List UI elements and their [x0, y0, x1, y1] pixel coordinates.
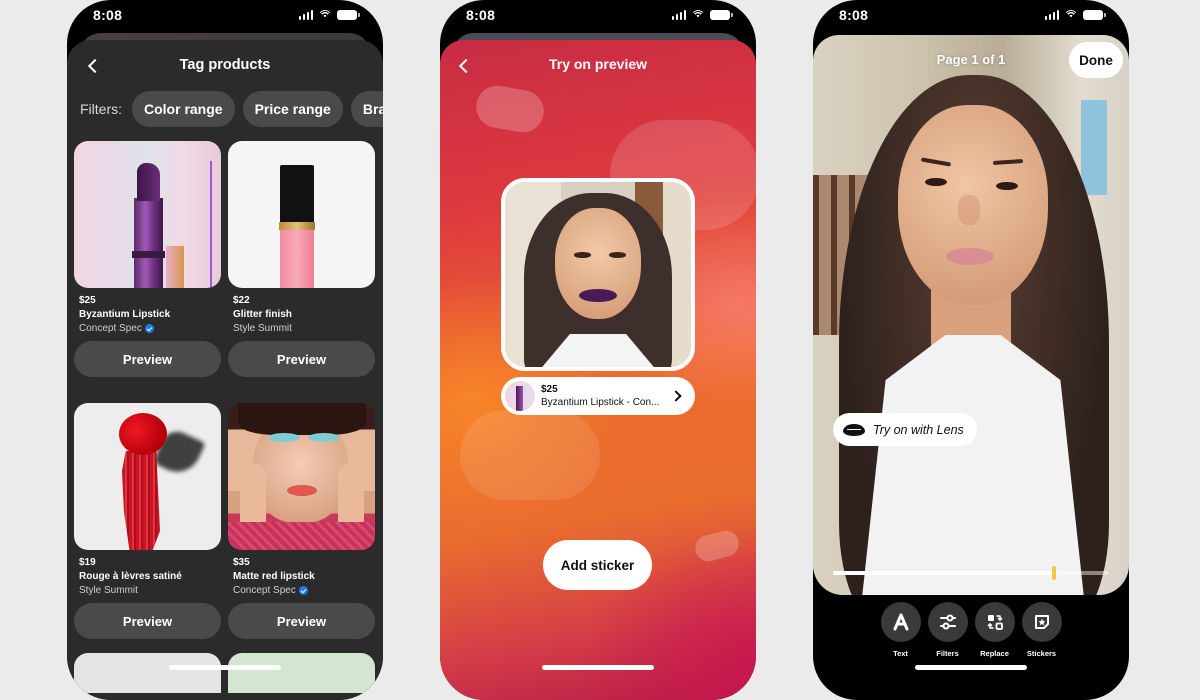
product-price: $35 — [233, 557, 250, 568]
try-on-lips — [579, 289, 617, 303]
preview-button[interactable]: Preview — [74, 603, 221, 639]
product-card: $22 Glitter finish Style Summit Preview — [228, 141, 375, 377]
status-bar: 8:08 — [813, 0, 1129, 32]
filter-chip-brand[interactable]: Brand — [350, 91, 383, 127]
verified-badge-icon — [144, 324, 154, 333]
lens-label: Try on with Lens — [873, 422, 964, 437]
product-brand: Style Summit — [233, 323, 292, 334]
add-sticker-button[interactable]: Add sticker — [543, 540, 652, 590]
decor-blob — [460, 410, 600, 500]
product-thumbnail — [505, 381, 535, 411]
tool-replace[interactable]: Replace — [974, 602, 1015, 658]
tool-label: Stickers — [1026, 649, 1057, 658]
signal-icon — [298, 10, 313, 20]
home-indicator[interactable] — [169, 665, 281, 670]
tool-stickers[interactable]: Stickers — [1021, 602, 1062, 658]
product-price: $22 — [233, 295, 250, 306]
product-card-peek[interactable] — [228, 653, 375, 693]
selfie-photo — [505, 182, 691, 367]
try-on-with-lens-button[interactable]: Try on with Lens — [833, 413, 977, 446]
stickers-icon — [1034, 615, 1049, 629]
battery-icon — [337, 10, 360, 20]
tool-text[interactable]: Text — [880, 602, 921, 658]
product-price: $19 — [79, 557, 96, 568]
tagged-product-price: $25 — [541, 384, 558, 395]
status-time: 8:08 — [93, 7, 123, 23]
phone-story-editor: 8:08 Page 1 of 1 Done Try on with Lens T… — [813, 0, 1129, 700]
tagged-product-name: Byzantium Lipstick - Con... — [541, 397, 660, 408]
filters-label: Filters: — [80, 101, 122, 117]
home-indicator[interactable] — [542, 665, 654, 670]
selfie-canvas[interactable] — [813, 35, 1129, 595]
replace-icon — [987, 615, 1003, 630]
tag-products-sheet: Tag products Filters: Color range Price … — [67, 40, 383, 700]
phone-try-on-preview: 8:08 Try on preview $25 Byzantium Lipsti… — [440, 0, 756, 700]
preview-button[interactable]: Preview — [228, 341, 375, 377]
scrubber-handle[interactable] — [1051, 566, 1056, 580]
filter-chip-color-range[interactable]: Color range — [132, 91, 235, 127]
status-bar: 8:08 — [67, 0, 383, 32]
wifi-icon — [691, 10, 705, 20]
chevron-right-icon — [669, 388, 685, 404]
preview-button[interactable]: Preview — [74, 341, 221, 377]
sheet-title: Tag products — [179, 57, 271, 73]
product-brand: Concept Spec — [233, 585, 296, 596]
product-image-rouge-a-levres[interactable] — [74, 403, 221, 550]
product-name: Matte red lipstick — [233, 571, 315, 582]
decor-blob — [472, 82, 548, 136]
tool-filters[interactable]: Filters — [927, 602, 968, 658]
product-image-byzantium-lipstick[interactable] — [74, 141, 221, 288]
tool-label: Text — [893, 649, 908, 658]
verified-badge-icon — [298, 586, 308, 595]
status-bar: 8:08 — [440, 0, 756, 32]
preview-button[interactable]: Preview — [228, 603, 375, 639]
status-time: 8:08 — [466, 7, 496, 23]
product-price: $25 — [79, 295, 96, 306]
tool-label: Filters — [936, 649, 959, 658]
lips-icon — [843, 423, 865, 436]
decor-blob — [692, 527, 742, 565]
product-name: Byzantium Lipstick — [79, 309, 171, 320]
battery-icon — [710, 10, 733, 20]
screen-title: Try on preview — [548, 56, 648, 72]
product-card-peek[interactable] — [74, 653, 221, 693]
tagged-product-pill[interactable]: $25 Byzantium Lipstick - Con... — [501, 377, 695, 415]
product-brand: Concept Spec — [79, 323, 142, 334]
try-on-photo-sticker[interactable] — [501, 178, 695, 371]
product-card: $19 Rouge à lèvres satiné Style Summit P… — [74, 403, 221, 639]
wifi-icon — [1064, 10, 1078, 20]
product-card: $35 Matte red lipstick Concept Spec Prev… — [228, 403, 375, 639]
product-image-glitter-finish[interactable] — [228, 141, 375, 288]
product-name: Rouge à lèvres satiné — [79, 571, 182, 582]
status-time: 8:08 — [839, 7, 869, 23]
product-brand: Style Summit — [79, 585, 138, 596]
scrubber-fill — [833, 571, 1054, 575]
product-image-matte-red-lipstick[interactable] — [228, 403, 375, 550]
filters-icon — [939, 614, 956, 630]
product-grid: $25 Byzantium Lipstick Concept Spec Prev… — [74, 141, 376, 639]
filter-chip-price-range[interactable]: Price range — [242, 91, 343, 127]
filter-bar: Filters: Color range Price range Brand — [80, 91, 383, 127]
signal-icon — [1044, 10, 1059, 20]
signal-icon — [671, 10, 686, 20]
editor-toolbar: Text Filters Replace Stickers — [813, 602, 1129, 658]
phone-tag-products: 8:08 Tag products Filters: Color range P… — [67, 0, 383, 700]
battery-icon — [1083, 10, 1106, 20]
product-name: Glitter finish — [233, 309, 292, 320]
tool-label: Replace — [980, 649, 1009, 658]
text-icon — [893, 613, 908, 631]
wifi-icon — [318, 10, 332, 20]
product-card: $25 Byzantium Lipstick Concept Spec Prev… — [74, 141, 221, 377]
timeline-scrubber[interactable] — [833, 566, 1109, 580]
home-indicator[interactable] — [915, 665, 1027, 670]
done-button[interactable]: Done — [1069, 42, 1123, 78]
